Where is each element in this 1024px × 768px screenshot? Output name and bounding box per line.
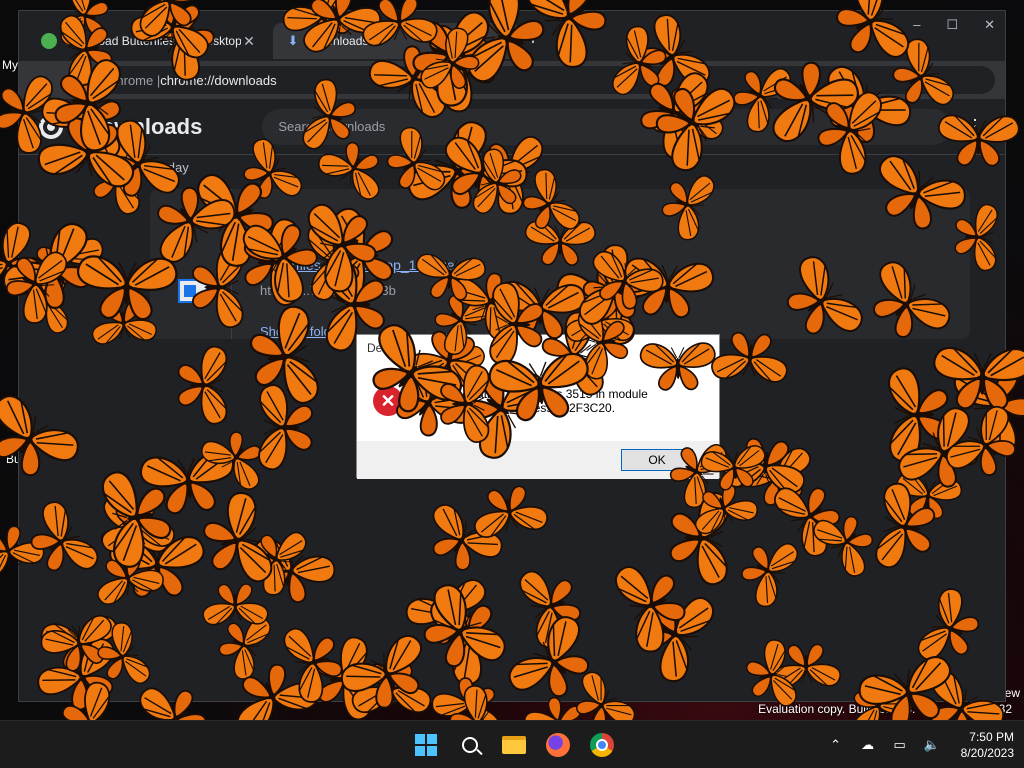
evaluation-suffix: 32: [998, 702, 1012, 716]
error-dialog: Desktop ✕ ✕ Access violation at address …: [356, 334, 720, 479]
dialog-body: ✕ Access violation at address 3515 in mo…: [357, 361, 719, 441]
date-group-label: Today: [154, 160, 189, 175]
volume-icon[interactable]: 🔈: [923, 737, 941, 753]
evaluation-text: Evaluation copy. Build 25375.: [758, 702, 916, 716]
address-bar[interactable]: Chrome | chrome://downloads: [93, 66, 995, 94]
taskbar: ⌃ ☁ ▭ 🔈 7:50 PM 8/20/2023: [0, 720, 1024, 768]
taskbar-apps: [408, 727, 620, 763]
clock-time: 7:50 PM: [969, 730, 1014, 744]
downloads-list: Today butterflies_on_desktop_1.0.exe htt…: [150, 160, 970, 339]
clock[interactable]: 7:50 PM 8/20/2023: [961, 729, 1014, 761]
download-info: butterflies_on_desktop_1.0.exe https://.…: [232, 189, 475, 339]
chrome-icon: [590, 733, 614, 757]
arrow-right-icon[interactable]: →: [61, 68, 85, 92]
window-controls: ⌄ – ☐ ✕: [876, 17, 995, 33]
close-icon[interactable]: ✕: [697, 339, 709, 356]
search-icon: [462, 737, 478, 753]
dialog-message-line-1: Access violation at address 3515 in modu…: [417, 387, 648, 401]
tab-downloads[interactable]: ⬇ Downloads ✕: [273, 23, 519, 59]
windows-logo-icon: [415, 734, 437, 756]
close-window-button[interactable]: ✕: [984, 17, 995, 33]
file-explorer-button[interactable]: [496, 727, 532, 763]
chrome-logo-icon: [39, 114, 63, 139]
omnibox-url: chrome://downloads: [160, 72, 277, 88]
tab-strip: Download Butterflies On Desktop ✕ ⬇ Down…: [19, 11, 1005, 61]
start-button[interactable]: [408, 727, 444, 763]
ok-button[interactable]: OK: [621, 449, 693, 471]
chrome-button[interactable]: [584, 727, 620, 763]
cloud-icon[interactable]: ☁: [859, 737, 877, 753]
installer-file-icon: [178, 279, 208, 303]
download-filename-link[interactable]: butterflies_on_desktop_1.0.exe: [260, 257, 455, 273]
network-icon[interactable]: ▭: [891, 737, 909, 753]
desktop-icon-label-my[interactable]: My: [2, 58, 18, 72]
dialog-message: Access violation at address 3515 in modu…: [417, 387, 648, 415]
desktop-side-fragment: ew: [1004, 686, 1020, 700]
folder-icon: [502, 736, 526, 754]
firefox-icon: [546, 733, 570, 757]
clock-date: 8/20/2023: [960, 746, 1014, 760]
omnibox-prefix: Chrome |: [107, 72, 161, 88]
firefox-button[interactable]: [540, 727, 576, 763]
search-button[interactable]: [452, 727, 488, 763]
tab-search-icon[interactable]: ⌄: [876, 17, 887, 33]
arrow-left-icon[interactable]: ←: [29, 68, 53, 92]
download-url[interactable]: https://...7d2041ce9e3b: [260, 283, 455, 298]
butterflies-favicon-icon: [41, 33, 57, 49]
dialog-footer: OK: [357, 441, 719, 479]
tab-title: Download Butterflies On Desktop: [65, 34, 241, 48]
file-icon-column: [150, 189, 232, 339]
tab-close-icon[interactable]: ✕: [491, 33, 507, 50]
downloads-header: Downloads Search downloads ⋮: [19, 99, 1005, 155]
toolbar: ← → Chrome | chrome://downloads: [19, 61, 1005, 99]
minimize-button[interactable]: –: [913, 17, 920, 33]
dialog-title: Desktop: [367, 341, 412, 355]
search-placeholder: Search downloads: [278, 119, 386, 134]
tab-close-icon[interactable]: ✕: [241, 33, 257, 50]
error-icon: ✕: [373, 386, 403, 416]
tab-butterflies[interactable]: Download Butterflies On Desktop ✕: [29, 23, 269, 59]
new-tab-button[interactable]: +: [519, 25, 547, 53]
system-tray: ⌃ ☁ ▭ 🔈 7:50 PM 8/20/2023: [827, 721, 1014, 768]
evaluation-watermark: Evaluation copy. Build 25375. 32: [758, 702, 1012, 716]
download-icon: ⬇: [287, 33, 299, 48]
dialog-message-line-2: '... .exe'. Read of address 722F3C20.: [417, 401, 616, 415]
tab-title: Downloads: [309, 34, 369, 48]
more-options-icon[interactable]: ⋮: [965, 116, 985, 137]
chevron-up-icon[interactable]: ⌃: [827, 737, 845, 753]
maximize-button[interactable]: ☐: [946, 17, 958, 33]
search-downloads-input[interactable]: Search downloads: [262, 108, 951, 145]
page-title: Downloads: [85, 113, 203, 139]
download-item: butterflies_on_desktop_1.0.exe https://.…: [150, 189, 970, 339]
dialog-titlebar: Desktop ✕: [357, 335, 719, 361]
